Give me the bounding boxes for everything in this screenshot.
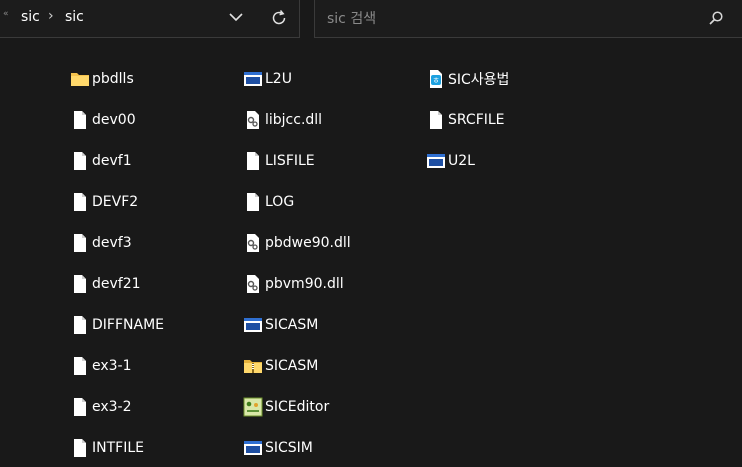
file-name: pbvm90.dll bbox=[265, 276, 344, 292]
file-icon bbox=[243, 151, 263, 171]
file-name: DIFFNAME bbox=[92, 317, 164, 333]
file-icon bbox=[70, 233, 90, 253]
chevron-down-icon[interactable] bbox=[228, 11, 244, 27]
file-icon bbox=[70, 192, 90, 212]
refresh-icon[interactable] bbox=[269, 8, 289, 32]
file-item[interactable]: DIFFNAME bbox=[70, 312, 240, 338]
dll-icon bbox=[243, 110, 263, 130]
application-icon bbox=[243, 69, 263, 89]
hwp-document-icon: ㅎ bbox=[426, 69, 446, 89]
file-name: devf21 bbox=[92, 276, 141, 292]
file-name: SICEditor bbox=[265, 399, 330, 415]
file-name: ex3-1 bbox=[92, 358, 132, 374]
file-icon bbox=[70, 397, 90, 417]
file-name: SICASM bbox=[265, 358, 319, 374]
file-item[interactable]: ㅎ SIC사용법 bbox=[426, 66, 596, 92]
file-item[interactable]: U2L bbox=[426, 148, 596, 174]
file-icon bbox=[70, 315, 90, 335]
search-input[interactable] bbox=[325, 8, 689, 30]
breadcrumb-separator[interactable]: › bbox=[48, 8, 54, 24]
file-name: pbdlls bbox=[92, 71, 134, 87]
file-item[interactable]: devf3 bbox=[70, 230, 240, 256]
file-icon bbox=[70, 110, 90, 130]
file-item[interactable]: LISFILE bbox=[243, 148, 413, 174]
search-icon[interactable] bbox=[708, 10, 724, 30]
file-name: SICSIM bbox=[265, 440, 313, 456]
file-item[interactable]: pbvm90.dll bbox=[243, 271, 413, 297]
svg-text:ㅎ: ㅎ bbox=[432, 76, 439, 85]
file-name: ex3-2 bbox=[92, 399, 132, 415]
file-item[interactable]: pbdlls bbox=[70, 66, 240, 92]
dll-icon bbox=[243, 274, 263, 294]
file-item[interactable]: ex3-1 bbox=[70, 353, 240, 379]
file-icon bbox=[243, 192, 263, 212]
application-icon bbox=[426, 151, 446, 171]
file-name: libjcc.dll bbox=[265, 112, 323, 128]
file-name: DEVF2 bbox=[92, 194, 139, 210]
file-name: SRCFILE bbox=[448, 112, 505, 128]
file-item[interactable]: INTFILE bbox=[70, 435, 240, 461]
dll-icon bbox=[243, 233, 263, 253]
file-item[interactable]: SICASM bbox=[243, 353, 413, 379]
file-name: L2U bbox=[265, 71, 292, 87]
search-box[interactable] bbox=[314, 0, 742, 38]
file-item[interactable]: dev00 bbox=[70, 107, 240, 133]
editor-app-icon bbox=[243, 397, 263, 417]
file-item[interactable]: ex3-2 bbox=[70, 394, 240, 420]
zip-folder-icon bbox=[243, 356, 263, 376]
file-name: LISFILE bbox=[265, 153, 315, 169]
folder-icon bbox=[70, 69, 90, 89]
file-item[interactable]: SICSIM bbox=[243, 435, 413, 461]
file-item[interactable]: LOG bbox=[243, 189, 413, 215]
file-item[interactable]: SRCFILE bbox=[426, 107, 596, 133]
file-icon bbox=[70, 274, 90, 294]
file-name: devf3 bbox=[92, 235, 132, 251]
application-icon bbox=[243, 315, 263, 335]
file-item[interactable]: pbdwe90.dll bbox=[243, 230, 413, 256]
breadcrumb-item-sic-current[interactable]: sic bbox=[65, 9, 84, 25]
file-item[interactable]: SICASM bbox=[243, 312, 413, 338]
file-icon bbox=[70, 151, 90, 171]
file-name: SICASM bbox=[265, 317, 319, 333]
breadcrumb-item-sic-parent[interactable]: sic bbox=[21, 9, 40, 25]
file-item[interactable]: SICEditor bbox=[243, 394, 413, 420]
file-name: INTFILE bbox=[92, 440, 144, 456]
file-item[interactable]: devf21 bbox=[70, 271, 240, 297]
file-name: LOG bbox=[265, 194, 295, 210]
file-name: pbdwe90.dll bbox=[265, 235, 351, 251]
file-name: dev00 bbox=[92, 112, 136, 128]
file-icon bbox=[426, 110, 446, 130]
address-bar[interactable]: « sic › sic bbox=[0, 0, 300, 38]
file-item[interactable]: libjcc.dll bbox=[243, 107, 413, 133]
file-name: U2L bbox=[448, 153, 475, 169]
file-name: SIC사용법 bbox=[448, 72, 510, 88]
file-item[interactable]: L2U bbox=[243, 66, 413, 92]
file-item[interactable]: DEVF2 bbox=[70, 189, 240, 215]
application-icon bbox=[243, 438, 263, 458]
breadcrumb-overflow-button[interactable]: « bbox=[3, 9, 9, 19]
file-name: devf1 bbox=[92, 153, 132, 169]
top-bar: « sic › sic bbox=[0, 0, 742, 40]
file-icon bbox=[70, 438, 90, 458]
file-icon bbox=[70, 356, 90, 376]
file-item[interactable]: devf1 bbox=[70, 148, 240, 174]
